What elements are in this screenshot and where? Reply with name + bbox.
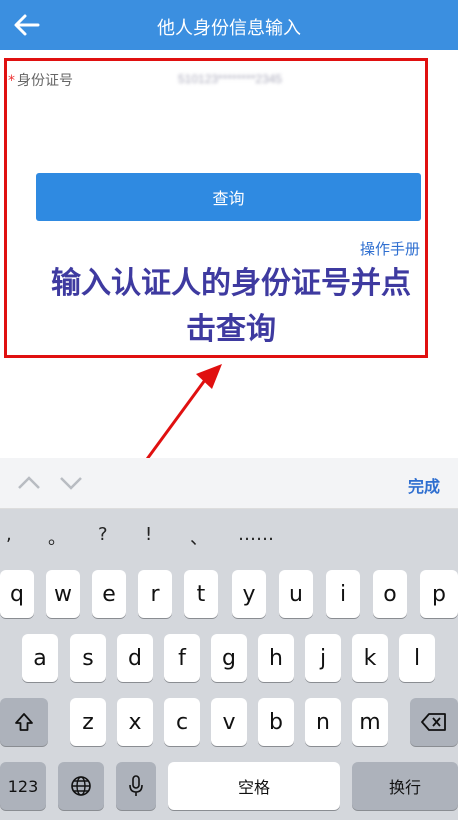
- key-j[interactable]: j: [305, 634, 341, 682]
- key-x[interactable]: x: [117, 698, 153, 746]
- numbers-key[interactable]: 123: [0, 762, 46, 810]
- punct-period[interactable]: 。: [48, 524, 66, 550]
- annotation-text-line1: 输入认证人的身份证号并点: [51, 266, 411, 301]
- key-q[interactable]: q: [0, 570, 34, 618]
- punct-ellipsis[interactable]: ……: [238, 524, 274, 545]
- globe-key[interactable]: [58, 762, 104, 810]
- punct-dun[interactable]: 、: [190, 524, 208, 550]
- key-d[interactable]: d: [117, 634, 153, 682]
- key-r[interactable]: r: [138, 570, 172, 618]
- app-header: 他人身份信息输入: [0, 0, 458, 50]
- annotation-text-line2: 击查询: [186, 312, 276, 347]
- punctuation-row: , 。 ? ! 、 ……: [0, 518, 458, 554]
- key-l[interactable]: l: [399, 634, 435, 682]
- key-s[interactable]: s: [70, 634, 106, 682]
- backspace-key[interactable]: [410, 698, 458, 746]
- key-e[interactable]: e: [92, 570, 126, 618]
- punct-question[interactable]: ?: [98, 524, 108, 545]
- annotation-text: 输入认证人的身份证号并点 击查询: [21, 261, 441, 353]
- key-m[interactable]: m: [352, 698, 388, 746]
- key-a[interactable]: a: [22, 634, 58, 682]
- annotation-highlight-box: 输入认证人的身份证号并点 击查询: [4, 58, 428, 358]
- keyboard: 完成 , 。 ? ! 、 …… q w e r t y u i o p a s …: [0, 458, 458, 820]
- key-i[interactable]: i: [326, 570, 360, 618]
- key-k[interactable]: k: [352, 634, 388, 682]
- keyboard-toolbar: 完成: [0, 458, 458, 509]
- key-w[interactable]: w: [46, 570, 80, 618]
- punct-exclamation[interactable]: !: [145, 524, 152, 545]
- punct-comma[interactable]: ,: [6, 524, 12, 545]
- key-f[interactable]: f: [164, 634, 200, 682]
- microphone-icon: [129, 775, 143, 796]
- key-c[interactable]: c: [164, 698, 200, 746]
- return-key[interactable]: 换行: [352, 762, 458, 810]
- key-g[interactable]: g: [211, 634, 247, 682]
- space-key[interactable]: 空格: [168, 762, 340, 810]
- chevron-up-icon[interactable]: [16, 472, 42, 494]
- page-title: 他人身份信息输入: [157, 18, 301, 39]
- key-z[interactable]: z: [70, 698, 106, 746]
- key-t[interactable]: t: [184, 570, 218, 618]
- shift-key[interactable]: [0, 698, 48, 746]
- key-v[interactable]: v: [211, 698, 247, 746]
- key-o[interactable]: o: [373, 570, 407, 618]
- key-n[interactable]: n: [305, 698, 341, 746]
- globe-icon: [71, 776, 91, 796]
- key-h[interactable]: h: [258, 634, 294, 682]
- done-button[interactable]: 完成: [408, 473, 440, 497]
- key-p[interactable]: p: [420, 570, 458, 618]
- key-y[interactable]: y: [232, 570, 266, 618]
- chevron-down-icon[interactable]: [58, 472, 84, 494]
- shift-icon: [15, 713, 33, 731]
- backspace-icon: [421, 713, 446, 731]
- key-u[interactable]: u: [279, 570, 313, 618]
- key-b[interactable]: b: [258, 698, 294, 746]
- microphone-key[interactable]: [116, 762, 156, 810]
